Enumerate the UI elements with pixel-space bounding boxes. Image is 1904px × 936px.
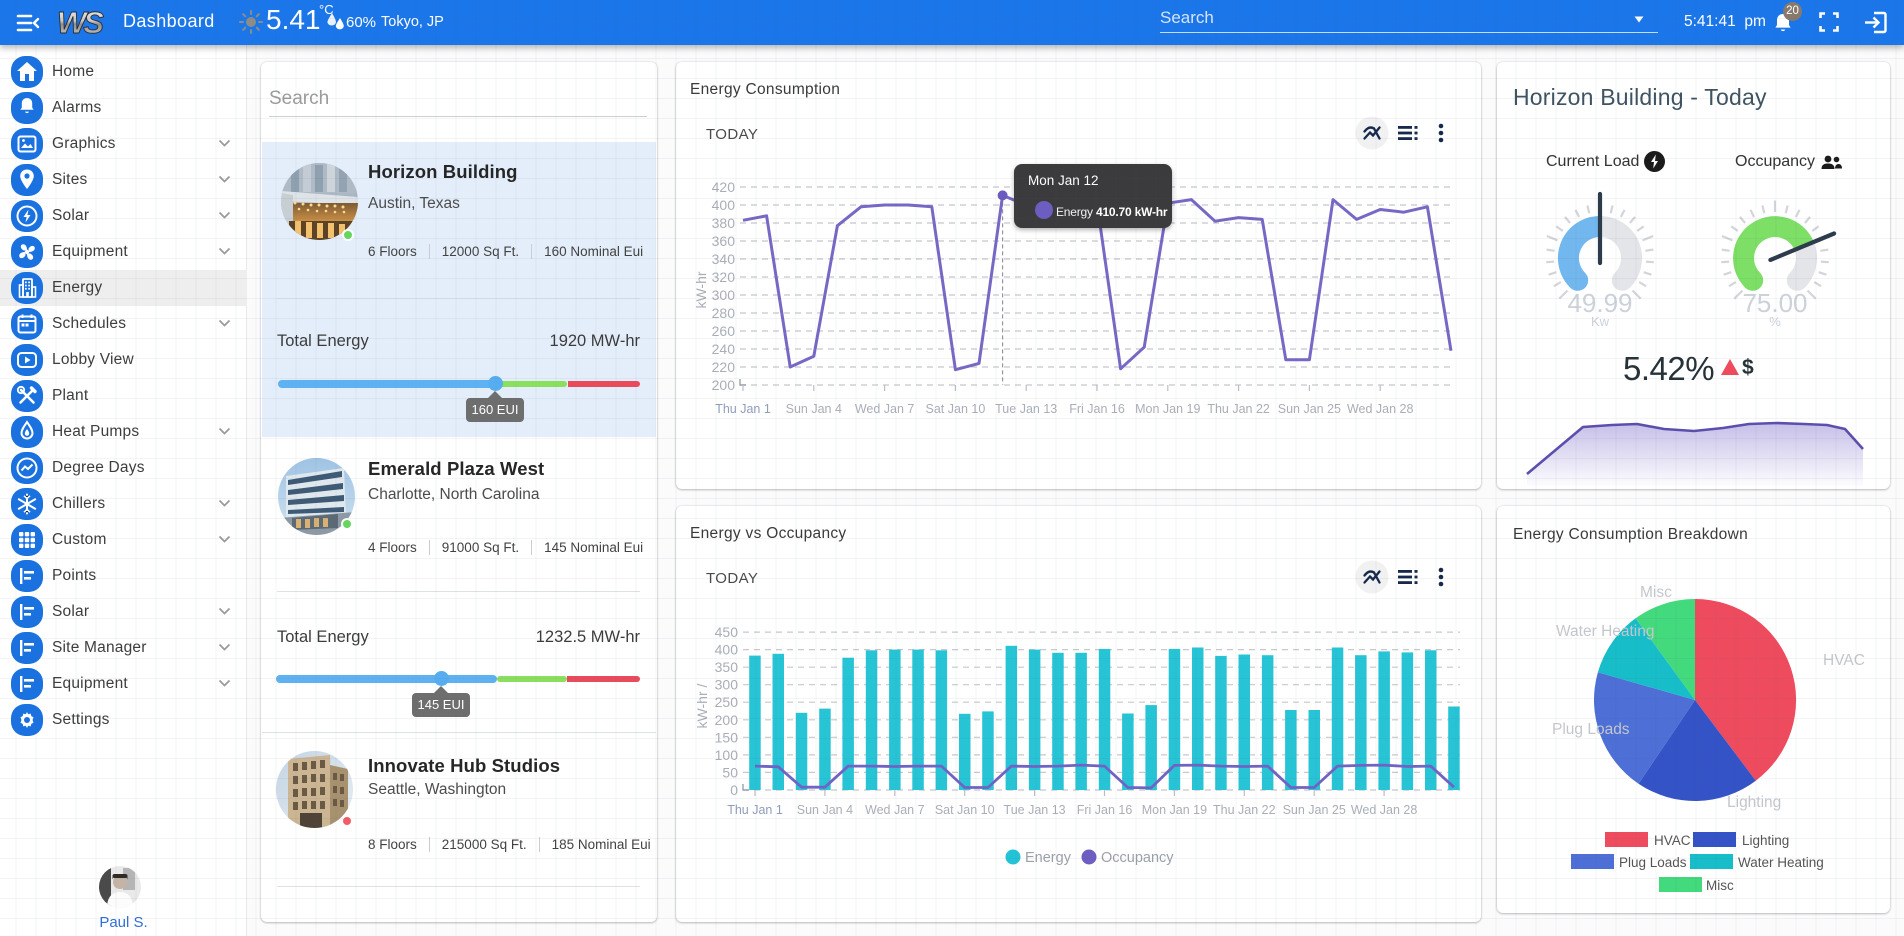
- svg-text:150: 150: [715, 729, 739, 745]
- svg-text:Kw: Kw: [1591, 314, 1610, 329]
- svg-text:50: 50: [722, 764, 738, 780]
- svg-text:HVAC: HVAC: [1654, 833, 1691, 848]
- svg-text:Thu Jan 1: Thu Jan 1: [727, 803, 783, 817]
- svg-text:220: 220: [712, 359, 736, 375]
- svg-text:240: 240: [712, 341, 736, 357]
- svg-text:Thu Jan 1: Thu Jan 1: [715, 402, 771, 416]
- svg-text:Mon Jan 19: Mon Jan 19: [1135, 402, 1200, 416]
- svg-text:%: %: [1769, 314, 1781, 329]
- svg-text:0: 0: [730, 782, 738, 798]
- svg-text:Sun Jan 4: Sun Jan 4: [786, 402, 842, 416]
- svg-text:Plug Loads: Plug Loads: [1552, 721, 1630, 738]
- svg-text:400: 400: [712, 197, 736, 213]
- svg-text:Occupancy: Occupancy: [1101, 850, 1174, 866]
- svg-text:Energy: Energy: [1025, 850, 1072, 866]
- svg-text:200: 200: [715, 712, 739, 728]
- svg-text:kW-hr /: kW-hr /: [694, 683, 710, 728]
- svg-text:WS: WS: [57, 5, 104, 40]
- svg-text:Misc: Misc: [1706, 878, 1734, 893]
- svg-text:Sat Jan 10: Sat Jan 10: [926, 402, 986, 416]
- svg-text:Sun Jan 4: Sun Jan 4: [797, 803, 853, 817]
- svg-text:kW-hr: kW-hr: [693, 271, 709, 308]
- svg-text:450: 450: [715, 624, 739, 640]
- svg-text:Wed Jan 7: Wed Jan 7: [865, 803, 925, 817]
- svg-text:HVAC: HVAC: [1823, 652, 1865, 669]
- svg-text:Fri Jan 16: Fri Jan 16: [1077, 803, 1133, 817]
- svg-text:Thu Jan 22: Thu Jan 22: [1207, 402, 1270, 416]
- svg-text:380: 380: [712, 215, 736, 231]
- svg-text:Thu Jan 22: Thu Jan 22: [1213, 803, 1276, 817]
- svg-text:400: 400: [715, 642, 739, 658]
- svg-text:Wed Jan 28: Wed Jan 28: [1351, 803, 1418, 817]
- svg-text:Sun Jan 25: Sun Jan 25: [1283, 803, 1346, 817]
- svg-text:Plug Loads: Plug Loads: [1619, 855, 1687, 870]
- svg-text:Water Heating: Water Heating: [1556, 623, 1655, 640]
- svg-text:260: 260: [712, 323, 736, 339]
- svg-text:250: 250: [715, 694, 739, 710]
- svg-text:300: 300: [715, 677, 739, 693]
- svg-text:Misc: Misc: [1640, 584, 1672, 601]
- svg-text:320: 320: [712, 269, 736, 285]
- svg-text:Wed Jan 28: Wed Jan 28: [1347, 402, 1414, 416]
- svg-text:Sun Jan 25: Sun Jan 25: [1278, 402, 1341, 416]
- svg-text:Tue Jan 13: Tue Jan 13: [995, 402, 1057, 416]
- svg-text:Mon Jan 19: Mon Jan 19: [1142, 803, 1207, 817]
- svg-text:350: 350: [715, 659, 739, 675]
- svg-text:Lighting: Lighting: [1727, 794, 1781, 811]
- svg-text:420: 420: [712, 179, 736, 195]
- svg-text:Sat Jan 10: Sat Jan 10: [935, 803, 995, 817]
- svg-text:Water Heating: Water Heating: [1738, 855, 1824, 870]
- svg-text:200: 200: [712, 377, 736, 393]
- svg-text:100: 100: [715, 747, 739, 763]
- svg-text:280: 280: [712, 305, 736, 321]
- svg-text:340: 340: [712, 251, 736, 267]
- svg-text:Wed Jan 7: Wed Jan 7: [855, 402, 915, 416]
- svg-text:300: 300: [712, 287, 736, 303]
- svg-text:Tue Jan 13: Tue Jan 13: [1004, 803, 1066, 817]
- svg-text:Lighting: Lighting: [1742, 833, 1789, 848]
- svg-text:360: 360: [712, 233, 736, 249]
- svg-text:Fri Jan 16: Fri Jan 16: [1069, 402, 1125, 416]
